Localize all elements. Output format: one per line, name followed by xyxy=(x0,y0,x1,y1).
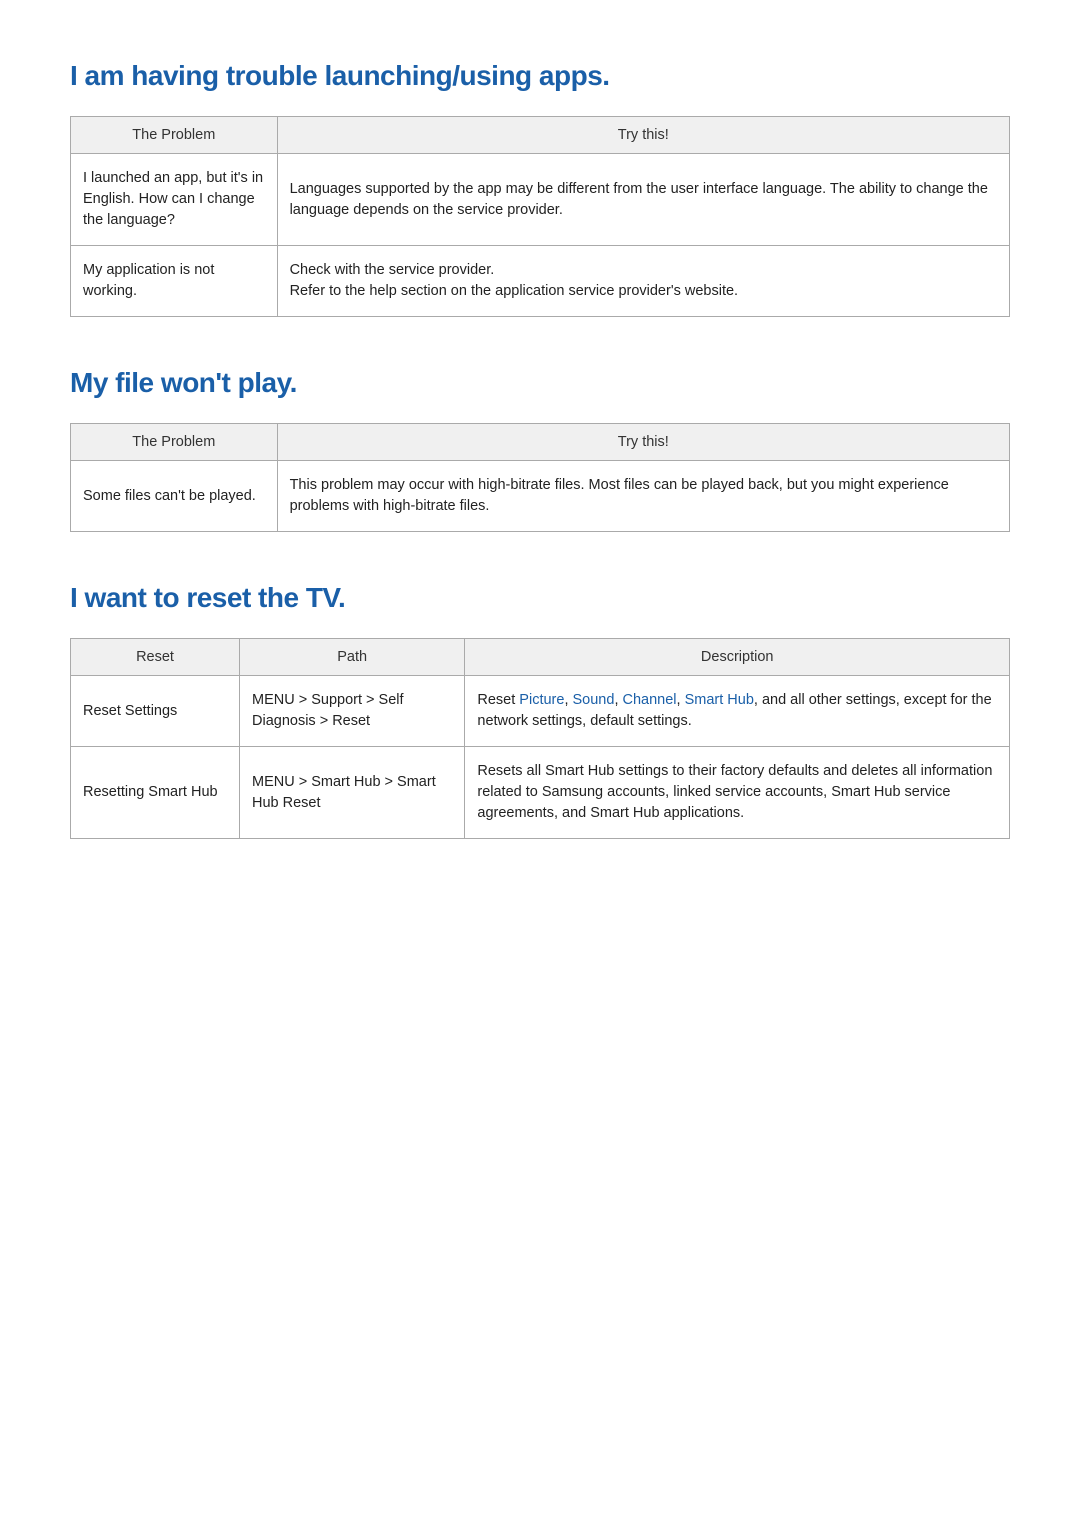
heading-file: My file won't play. xyxy=(70,367,1010,399)
section-reset: I want to reset the TV. Reset Path Descr… xyxy=(70,582,1010,839)
table-row: Some files can't be played. This problem… xyxy=(71,461,1010,532)
col-problem: The Problem xyxy=(71,424,278,461)
cell-path: MENU > Support > Self Diagnosis > Reset xyxy=(240,676,465,747)
table-header-row: The Problem Try this! xyxy=(71,117,1010,154)
emph-term: Smart Hub xyxy=(685,692,754,708)
table-row: Resetting Smart Hub MENU > Smart Hub > S… xyxy=(71,747,1010,839)
table-file: The Problem Try this! Some files can't b… xyxy=(70,423,1010,532)
cell-solution: This problem may occur with high-bitrate… xyxy=(277,461,1009,532)
table-reset: Reset Path Description Reset Settings ME… xyxy=(70,638,1010,839)
cell-name: Reset Settings xyxy=(71,676,240,747)
emph-term: Picture xyxy=(519,692,564,708)
heading-apps: I am having trouble launching/using apps… xyxy=(70,60,1010,92)
col-problem: The Problem xyxy=(71,117,278,154)
cell-description: Resets all Smart Hub settings to their f… xyxy=(465,747,1010,839)
table-header-row: Reset Path Description xyxy=(71,639,1010,676)
table-row: My application is not working. Check wit… xyxy=(71,246,1010,317)
table-apps: The Problem Try this! I launched an app,… xyxy=(70,116,1010,317)
col-description: Description xyxy=(465,639,1010,676)
emph-term: Channel xyxy=(623,692,677,708)
col-reset: Reset xyxy=(71,639,240,676)
section-file: My file won't play. The Problem Try this… xyxy=(70,367,1010,532)
cell-problem: My application is not working. xyxy=(71,246,278,317)
col-path: Path xyxy=(240,639,465,676)
cell-problem: I launched an app, but it's in English. … xyxy=(71,154,278,246)
cell-description: Reset Picture, Sound, Channel, Smart Hub… xyxy=(465,676,1010,747)
cell-path: MENU > Smart Hub > Smart Hub Reset xyxy=(240,747,465,839)
cell-problem: Some files can't be played. xyxy=(71,461,278,532)
cell-solution: Check with the service provider. Refer t… xyxy=(277,246,1009,317)
emph-term: Sound xyxy=(573,692,615,708)
cell-name: Resetting Smart Hub xyxy=(71,747,240,839)
section-apps: I am having trouble launching/using apps… xyxy=(70,60,1010,317)
col-trythis: Try this! xyxy=(277,117,1009,154)
table-row: Reset Settings MENU > Support > Self Dia… xyxy=(71,676,1010,747)
table-row: I launched an app, but it's in English. … xyxy=(71,154,1010,246)
heading-reset: I want to reset the TV. xyxy=(70,582,1010,614)
table-header-row: The Problem Try this! xyxy=(71,424,1010,461)
col-trythis: Try this! xyxy=(277,424,1009,461)
cell-solution: Languages supported by the app may be di… xyxy=(277,154,1009,246)
